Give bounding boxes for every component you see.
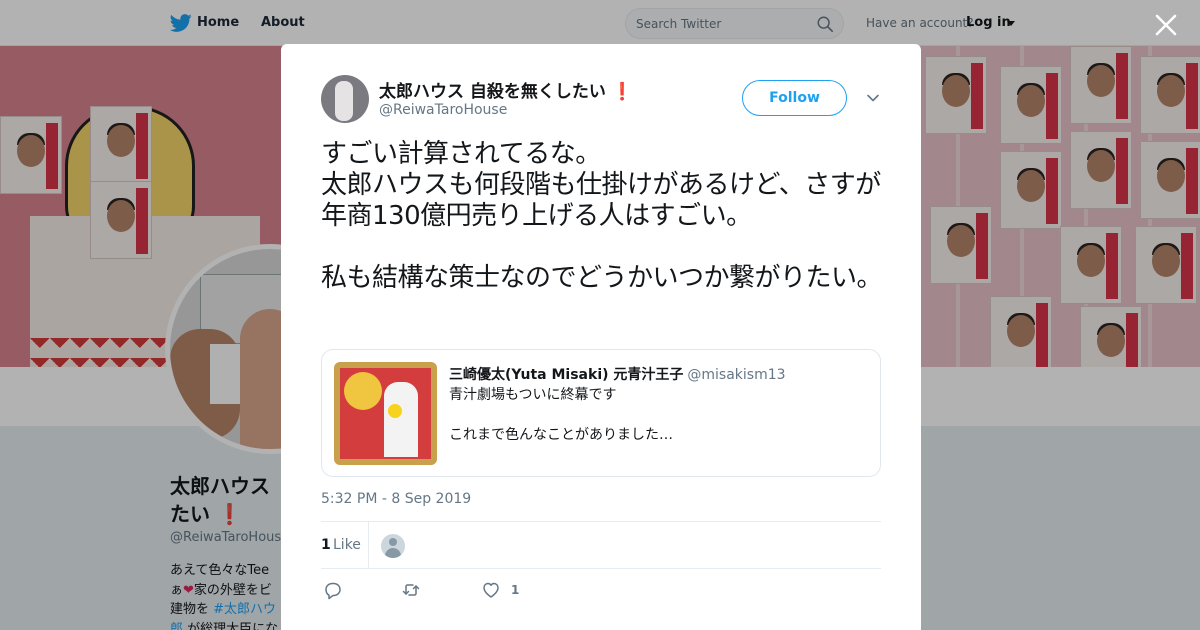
author-handle[interactable]: @ReiwaTaroHouse (379, 102, 507, 118)
quoted-author-handle: @misakism13 (687, 367, 786, 383)
author-avatar[interactable] (321, 75, 369, 123)
action-like-count: 1 (511, 583, 520, 597)
author-display-name[interactable]: 太郎ハウス 自殺を無くしたい ❗ (379, 77, 633, 102)
reply-icon[interactable] (323, 580, 343, 600)
tweet-timestamp[interactable]: 5:32 PM - 8 Sep 2019 (321, 491, 471, 507)
default-avatar-icon[interactable] (381, 534, 405, 558)
like-count[interactable]: 1 (321, 537, 331, 553)
heart-icon[interactable] (481, 580, 501, 600)
quoted-tweet-text: 青汁劇場もついに終幕です これまで色んなことがありました… (449, 387, 673, 443)
author-name-text[interactable]: 太郎ハウス 自殺を無くしたい (379, 82, 606, 102)
stats-divider (368, 522, 369, 569)
quoted-author-name: 三崎優太(Yuta Misaki) 元青汁王子 (449, 367, 684, 383)
exclamation-mark-icon: ❗ (611, 82, 634, 102)
tweet-modal: 太郎ハウス 自殺を無くしたい ❗ @ReiwaTaroHouse Follow … (281, 44, 921, 630)
retweet-icon[interactable] (401, 580, 421, 600)
quoted-author: 三崎優太(Yuta Misaki) 元青汁王子 @misakism13 (449, 364, 786, 384)
tweet-text: すごい計算されてるな。 太郎ハウスも何段階も仕掛けがあるけど、さすが年商130億… (321, 139, 883, 293)
tweet-actions: 1 (321, 580, 881, 600)
tweet-stats: 1 Like (321, 521, 881, 569)
close-icon[interactable] (1153, 12, 1179, 38)
like-label[interactable]: Like (333, 537, 361, 553)
follow-button[interactable]: Follow (742, 80, 847, 116)
quoted-tweet-card[interactable]: 三崎優太(Yuta Misaki) 元青汁王子 @misakism13 青汁劇場も… (321, 349, 881, 477)
quoted-tweet-image (334, 362, 437, 465)
chevron-down-icon[interactable] (866, 91, 880, 105)
